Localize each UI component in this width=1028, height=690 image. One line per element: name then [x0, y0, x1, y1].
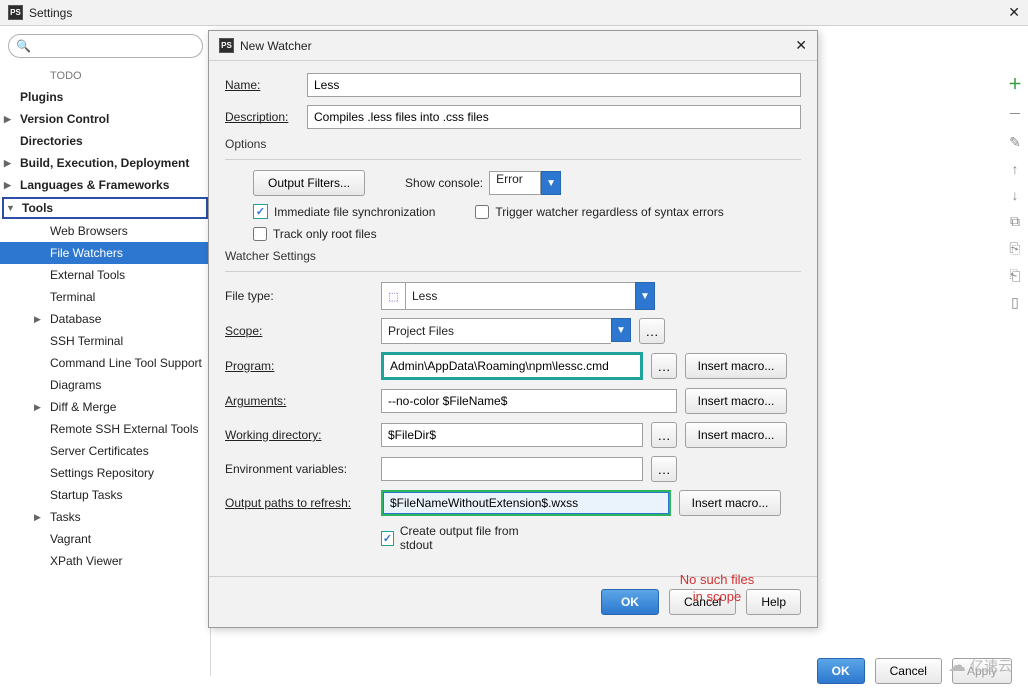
tree-item-todo[interactable]: TODO — [0, 66, 210, 86]
caret-icon[interactable]: ▶ — [4, 180, 16, 191]
name-label: Name: — [225, 78, 297, 92]
tree-item-tools[interactable]: ▼Tools — [2, 197, 208, 219]
tree-item-ssh-terminal[interactable]: SSH Terminal — [0, 330, 210, 352]
insert-macro-args-button[interactable]: Insert macro... — [685, 388, 787, 414]
tree-item-server-certs[interactable]: Server Certificates — [0, 440, 210, 462]
up-icon[interactable]: ↑ — [1006, 161, 1024, 177]
no-files-warning: No such filesin scope — [657, 572, 777, 606]
tree-item-xpath[interactable]: XPath Viewer — [0, 550, 210, 572]
tree-item-vagrant[interactable]: Vagrant — [0, 528, 210, 550]
caret-icon[interactable]: ▶ — [4, 114, 16, 125]
table-toolbar: ＋ － ✎ ↑ ↓ ⧉ ⎘ ⎗ ▯ — [1006, 74, 1024, 311]
settings-title-bar: PS Settings ✕ — [0, 0, 1028, 26]
arguments-input[interactable] — [381, 389, 677, 413]
tree-item-settings-repo[interactable]: Settings Repository — [0, 462, 210, 484]
tree-item-file-watchers[interactable]: File Watchers — [0, 242, 210, 264]
env-vars-input[interactable] — [381, 457, 643, 481]
checkmark-icon: ✓ — [381, 531, 394, 546]
remove-icon[interactable]: － — [1006, 104, 1024, 124]
working-dir-label: Working directory: — [225, 428, 373, 442]
tree-item-web-browsers[interactable]: Web Browsers — [0, 220, 210, 242]
tree-item-directories[interactable]: Directories — [0, 130, 210, 152]
watcher-settings-heading: Watcher Settings — [225, 249, 801, 263]
track-root-checkbox[interactable]: Track only root files — [253, 227, 377, 241]
app-icon: PS — [8, 5, 23, 20]
tree-item-diff-merge[interactable]: ▶Diff & Merge — [0, 396, 210, 418]
tree-item-lang[interactable]: ▶Languages & Frameworks — [0, 174, 210, 196]
app-icon: PS — [219, 38, 234, 53]
tree-item-startup-tasks[interactable]: Startup Tasks — [0, 484, 210, 506]
env-vars-label: Environment variables: — [225, 462, 373, 476]
output-filters-button[interactable]: Output Filters... — [253, 170, 365, 196]
export-icon[interactable]: ⎗ — [1006, 267, 1024, 284]
dialog-close-icon[interactable]: ✕ — [795, 37, 807, 54]
browse-wd-button[interactable]: … — [651, 422, 677, 448]
window-close-icon[interactable]: ✕ — [1008, 4, 1020, 21]
edit-icon[interactable]: ✎ — [1006, 134, 1024, 151]
file-type-label: File type: — [225, 289, 373, 303]
arguments-label: Arguments: — [225, 394, 373, 408]
scope-label: Scope: — [225, 324, 373, 338]
tree-item-tasks[interactable]: ▶Tasks — [0, 506, 210, 528]
add-icon[interactable]: ＋ — [1006, 74, 1024, 94]
watermark: ☁ 亿速云 — [948, 655, 1012, 676]
caret-icon[interactable]: ▼ — [6, 203, 18, 213]
settings-tree[interactable]: TODO Plugins ▶Version Control Directorie… — [0, 66, 210, 676]
program-label: Program: — [225, 359, 373, 373]
caret-icon[interactable]: ▶ — [4, 158, 16, 169]
tree-item-database[interactable]: ▶Database — [0, 308, 210, 330]
browse-program-button[interactable]: … — [651, 353, 677, 379]
settings-search-input[interactable] — [8, 34, 203, 58]
trigger-syntax-checkbox[interactable]: Trigger watcher regardless of syntax err… — [475, 205, 723, 219]
browse-env-button[interactable]: … — [651, 456, 677, 482]
working-dir-input[interactable] — [381, 423, 643, 447]
description-input[interactable] — [307, 105, 801, 129]
tree-item-build[interactable]: ▶Build, Execution, Deployment — [0, 152, 210, 174]
insert-macro-output-button[interactable]: Insert macro... — [679, 490, 781, 516]
settings-cancel-button[interactable]: Cancel — [875, 658, 942, 684]
insert-macro-wd-button[interactable]: Insert macro... — [685, 422, 787, 448]
chevron-down-icon[interactable]: ▼ — [635, 282, 655, 310]
reset-icon[interactable]: ▯ — [1006, 294, 1024, 311]
checkmark-icon: ✓ — [253, 204, 268, 219]
chevron-down-icon[interactable]: ▼ — [611, 318, 631, 342]
options-heading: Options — [225, 137, 801, 151]
tree-item-diagrams[interactable]: Diagrams — [0, 374, 210, 396]
output-paths-input[interactable] — [383, 492, 669, 514]
caret-icon[interactable]: ▶ — [34, 314, 46, 325]
import-icon[interactable]: ⎘ — [1006, 240, 1024, 257]
create-stdout-checkbox[interactable]: ✓ Create output file from stdout — [381, 524, 529, 552]
name-input[interactable] — [307, 73, 801, 97]
insert-macro-program-button[interactable]: Insert macro... — [685, 353, 787, 379]
cloud-icon: ☁ — [948, 655, 966, 676]
caret-icon[interactable]: ▶ — [34, 402, 46, 413]
show-console-select[interactable]: Error — [489, 171, 541, 195]
tree-item-remote-ssh[interactable]: Remote SSH External Tools — [0, 418, 210, 440]
tree-item-plugins[interactable]: Plugins — [0, 86, 210, 108]
tree-item-version-control[interactable]: ▶Version Control — [0, 108, 210, 130]
dialog-title-bar: PS New Watcher ✕ — [209, 31, 817, 61]
caret-icon[interactable]: ▶ — [34, 512, 46, 523]
tree-item-terminal[interactable]: Terminal — [0, 286, 210, 308]
description-label: Description: — [225, 110, 297, 124]
tree-item-cli-support[interactable]: Command Line Tool Support — [0, 352, 210, 374]
scope-select[interactable]: Project Files — [381, 318, 611, 344]
window-title: Settings — [29, 6, 72, 20]
less-filetype-icon: ⬚ — [381, 282, 405, 310]
show-console-label: Show console: — [405, 176, 483, 190]
dialog-title: New Watcher — [240, 39, 312, 53]
search-icon: 🔍 — [16, 39, 31, 53]
immediate-sync-checkbox[interactable]: ✓ Immediate file synchronization — [253, 204, 435, 219]
dialog-ok-button[interactable]: OK — [601, 589, 659, 615]
file-type-select[interactable]: Less — [405, 282, 635, 310]
down-icon[interactable]: ↓ — [1006, 187, 1024, 203]
program-input[interactable] — [384, 355, 640, 377]
browse-scope-button[interactable]: … — [639, 318, 665, 344]
chevron-down-icon[interactable]: ▼ — [541, 171, 561, 195]
new-watcher-dialog: PS New Watcher ✕ Name: Description: Opti… — [208, 30, 818, 628]
tree-item-external-tools[interactable]: External Tools — [0, 264, 210, 286]
copy-icon[interactable]: ⧉ — [1006, 213, 1024, 230]
output-paths-label: Output paths to refresh: — [225, 496, 373, 510]
settings-ok-button[interactable]: OK — [817, 658, 865, 684]
